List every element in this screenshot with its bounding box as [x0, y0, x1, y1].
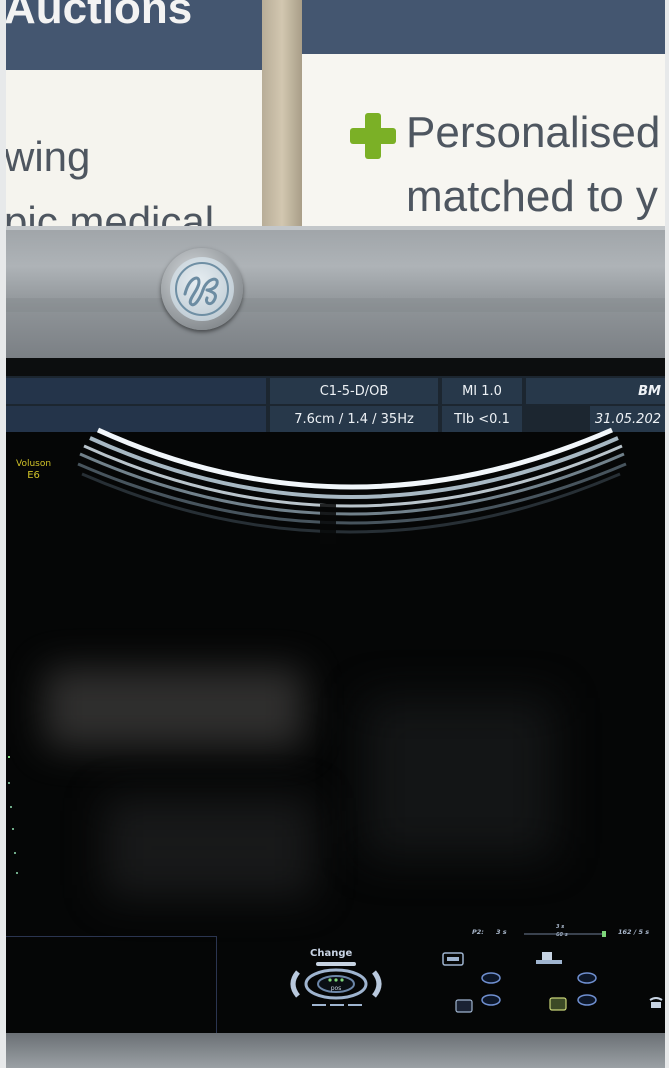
probe-preset: C1-5-D/OB	[270, 378, 438, 404]
print-key-icon[interactable]	[454, 998, 474, 1014]
p2-right-readout: 162 / 5 s	[618, 928, 650, 936]
right-banner-line2: matched to y	[406, 172, 658, 221]
probe-key-icon[interactable]	[534, 950, 564, 966]
trackball-dial-icon[interactable]: pos	[288, 962, 384, 1012]
mechanical-index: MI 1.0	[442, 378, 522, 404]
depth-marker	[12, 828, 14, 830]
ultrasound-image	[77, 427, 627, 544]
thumbnail-frame	[4, 936, 217, 1033]
left-banner-line2: pic medical	[4, 198, 215, 228]
right-edge	[665, 0, 669, 1068]
banner-pole	[262, 0, 302, 228]
background-banners: Auctions wing pic medical Personalised m…	[0, 0, 669, 228]
monitor-bottom-frame	[0, 1033, 669, 1068]
monitor-bezel	[4, 226, 669, 360]
depth-marker	[8, 782, 10, 784]
depth-marker	[14, 852, 16, 854]
phone-icon	[649, 997, 663, 1008]
left-banner-line1: wing	[4, 133, 91, 180]
ge-logo-icon	[170, 257, 234, 321]
dial-hint: pos	[331, 985, 342, 992]
device-label: Voluson E6	[16, 459, 51, 481]
ultrasound-screen: C1-5-D/OB 7.6cm / 1.4 / 35Hz MI 1.0 TIb …	[4, 358, 669, 1033]
right-banner-line1: Personalised	[406, 108, 661, 157]
p-buttons-right-icon[interactable]	[576, 970, 598, 1012]
depth-marker	[10, 806, 12, 808]
p2-slider[interactable]	[522, 930, 608, 938]
left-edge	[0, 0, 6, 1068]
depth-marker	[8, 756, 10, 758]
bezel-reflection	[4, 298, 669, 312]
left-banner-heading: Auctions	[4, 0, 193, 33]
change-label: Change	[310, 948, 353, 959]
freeze-key-icon[interactable]	[442, 952, 464, 966]
left-banner: Auctions wing pic medical	[0, 0, 262, 228]
storage-key-icon[interactable]	[548, 996, 568, 1012]
p-buttons-left-icon[interactable]	[480, 970, 502, 1012]
depth-marker	[16, 872, 18, 874]
device-brand: Voluson	[16, 459, 52, 469]
mode-indicator: BM	[526, 378, 669, 404]
p2-label: P2:	[472, 928, 484, 936]
ge-monogram-icon	[175, 262, 229, 316]
right-banner: Personalised matched to y	[302, 0, 669, 228]
plus-icon	[350, 113, 396, 159]
p2-value: 3 s	[496, 928, 507, 936]
device-model: E6	[27, 470, 40, 481]
